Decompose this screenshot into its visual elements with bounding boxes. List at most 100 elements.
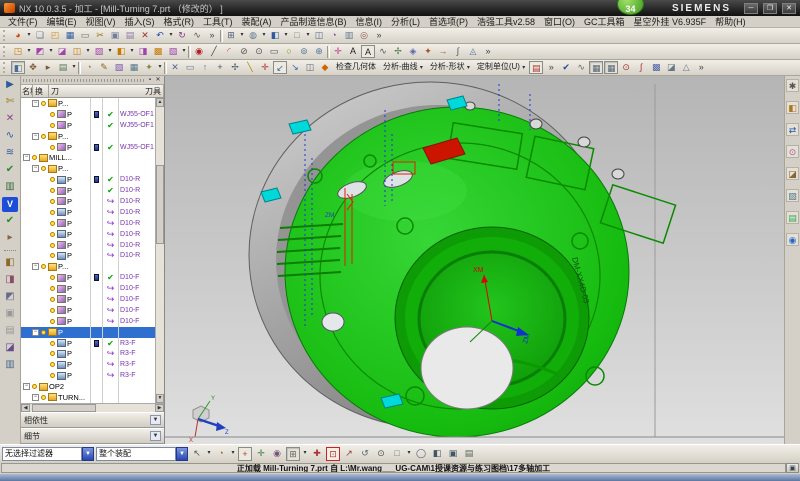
visibility-bulb-icon[interactable] xyxy=(50,319,55,324)
separator[interactable] xyxy=(327,46,330,58)
type-filter-icon[interactable]: ◧ xyxy=(11,61,25,74)
cam-group-icon[interactable]: ▧ xyxy=(166,45,180,58)
vertical-scrollbar[interactable]: ▲ ▼ xyxy=(155,98,164,403)
tree-row[interactable]: P↪D10-R xyxy=(21,207,155,218)
dropdown-arrow[interactable]: ▾ xyxy=(48,45,54,58)
point-set-icon[interactable]: ✢ xyxy=(228,61,242,74)
constraint-icon[interactable]: ⊙ xyxy=(786,145,799,158)
tree-row[interactable]: P✔WJ55-OF1 xyxy=(21,120,155,131)
tree-row[interactable]: P✔D10-F xyxy=(21,272,155,283)
expand-toggle-icon[interactable]: − xyxy=(32,263,39,270)
visibility-bulb-icon[interactable] xyxy=(50,210,55,215)
cam-tool-icon[interactable]: ▣ xyxy=(2,307,18,322)
dropdown-arrow[interactable]: ▾ xyxy=(181,45,187,58)
graphics-viewport[interactable]: DM-XX4D-03 ZM XM ZM xyxy=(165,76,784,444)
selection-cursor-icon[interactable]: ↖ xyxy=(190,447,204,461)
separator[interactable] xyxy=(78,62,81,74)
chevron-down-icon[interactable]: ▼ xyxy=(82,447,94,461)
copy-icon[interactable]: ▣ xyxy=(108,29,122,42)
menu-item[interactable]: 首选项(P) xyxy=(425,15,472,28)
tree-row[interactable]: −P... xyxy=(21,261,155,272)
edit-toolpath-icon[interactable]: ✄ xyxy=(2,95,18,110)
tree-row[interactable]: −OP2 xyxy=(21,381,155,392)
drag-handle[interactable] xyxy=(23,79,146,82)
cam-group-icon[interactable]: ▩ xyxy=(151,45,165,58)
visibility-bulb-icon[interactable] xyxy=(50,308,55,313)
create-geometry-icon[interactable]: ◪ xyxy=(55,45,69,58)
section-analysis-icon[interactable]: ∿ xyxy=(574,61,588,74)
snap-circle-icon[interactable]: ⊙ xyxy=(374,447,388,461)
scroll-thumb[interactable] xyxy=(156,165,164,244)
mirror-icon[interactable]: ⇄ xyxy=(786,123,799,136)
note-icon[interactable]: A xyxy=(361,45,375,58)
create-program-icon[interactable]: ◳ xyxy=(11,45,25,58)
preferences-icon[interactable]: ◎ xyxy=(357,29,371,42)
cam-tool-icon[interactable]: ◪ xyxy=(2,341,18,356)
tree-row[interactable]: P↪D10-F xyxy=(21,283,155,294)
panel-tab-icon[interactable]: ◧ xyxy=(786,101,799,114)
dropdown-arrow[interactable]: ▾ xyxy=(129,45,135,58)
datum-csys-icon[interactable]: ✛ xyxy=(331,45,345,58)
assembly-constraints-icon[interactable]: ✥ xyxy=(26,61,40,74)
edit-display-icon[interactable]: ✎ xyxy=(97,61,111,74)
toolbar-overflow[interactable]: » xyxy=(694,61,708,74)
snap-midpoint-icon[interactable]: ✛ xyxy=(254,447,268,461)
sweep-icon[interactable]: → xyxy=(436,45,450,58)
menu-item[interactable]: 星空外挂 V6.935F xyxy=(630,15,711,28)
visibility-bulb-icon[interactable] xyxy=(50,188,55,193)
chevron-down-icon[interactable]: ▼ xyxy=(150,431,161,441)
visibility-bulb-icon[interactable] xyxy=(50,145,55,150)
cam-tool-icon[interactable]: ▥ xyxy=(2,358,18,373)
orient-view-icon[interactable]: ◧ xyxy=(268,29,282,42)
visibility-bulb-icon[interactable] xyxy=(32,155,37,160)
snap-endpoint-icon[interactable]: + xyxy=(238,447,252,461)
wcs-dynamics-icon[interactable]: ↘ xyxy=(288,61,302,74)
dropdown-arrow[interactable]: ▾ xyxy=(107,45,113,58)
spline-analysis-icon[interactable]: ∫ xyxy=(634,61,648,74)
horizontal-scrollbar[interactable]: ◀ ▶ xyxy=(21,403,164,412)
dropdown-arrow[interactable]: ▾ xyxy=(283,29,289,42)
face-analysis-icon[interactable]: ◪ xyxy=(664,61,678,74)
chevron-down-icon[interactable]: ▼ xyxy=(176,447,188,461)
line-icon[interactable]: ╱ xyxy=(207,45,221,58)
point-dialog-icon[interactable]: + xyxy=(213,61,227,74)
new-file-icon[interactable]: ❏ xyxy=(33,29,47,42)
point-icon[interactable]: ◉ xyxy=(192,45,206,58)
visibility-bulb-icon[interactable] xyxy=(50,362,55,367)
postprocess-icon[interactable]: ▸ xyxy=(2,231,18,246)
tree-row[interactable]: −P... xyxy=(21,98,155,109)
visibility-bulb-icon[interactable] xyxy=(41,395,46,400)
check-icon[interactable]: ✔ xyxy=(2,214,18,229)
cam-tool-icon[interactable]: ◨ xyxy=(2,273,18,288)
expand-toggle-icon[interactable]: − xyxy=(32,165,39,172)
collapsed-panel[interactable]: 细节 ▼ xyxy=(21,428,164,444)
section-icon[interactable]: ◪ xyxy=(786,167,799,180)
scroll-thumb[interactable] xyxy=(32,404,96,412)
menu-item[interactable]: 视图(V) xyxy=(82,15,120,28)
tree-row[interactable]: −MILL... xyxy=(21,152,155,163)
dropdown-arrow[interactable]: ▾ xyxy=(26,29,32,42)
dropdown-arrow[interactable]: ▾ xyxy=(85,45,91,58)
dropdown-arrow[interactable]: ▾ xyxy=(168,29,174,42)
tree-row[interactable]: P✔WJ55-OF1 xyxy=(21,109,155,120)
measure-icon[interactable]: ╲ xyxy=(243,61,257,74)
pin-icon[interactable]: ▪ xyxy=(146,77,154,84)
column-header[interactable]: 刀具 xyxy=(143,85,164,97)
text-icon[interactable]: A xyxy=(346,45,360,58)
snap-grid-icon[interactable]: ⊞ xyxy=(286,447,300,461)
minimize-button[interactable]: ─ xyxy=(744,3,758,14)
grid-body-icon[interactable]: ▦ xyxy=(604,61,618,74)
menu-item[interactable]: 产品制造信息(B) xyxy=(277,15,351,28)
circle-icon[interactable]: ⊘ xyxy=(237,45,251,58)
menu-item[interactable]: 插入(S) xyxy=(121,15,159,28)
check-geometry-icon[interactable]: ◆ xyxy=(318,61,332,74)
analysis-curve-button[interactable]: 分析-曲线 ▾ xyxy=(380,61,426,74)
shop-doc-icon[interactable]: ▥ xyxy=(2,180,18,195)
emboss-icon[interactable]: ✦ xyxy=(421,45,435,58)
visibility-bulb-icon[interactable] xyxy=(50,123,55,128)
grid-face-icon[interactable]: ▦ xyxy=(589,61,603,74)
tree-row[interactable]: −P... xyxy=(21,163,155,174)
curve-length-icon[interactable]: ∫ xyxy=(451,45,465,58)
paste-icon[interactable]: ▤ xyxy=(123,29,137,42)
role-icon[interactable]: ◔ xyxy=(327,29,341,42)
